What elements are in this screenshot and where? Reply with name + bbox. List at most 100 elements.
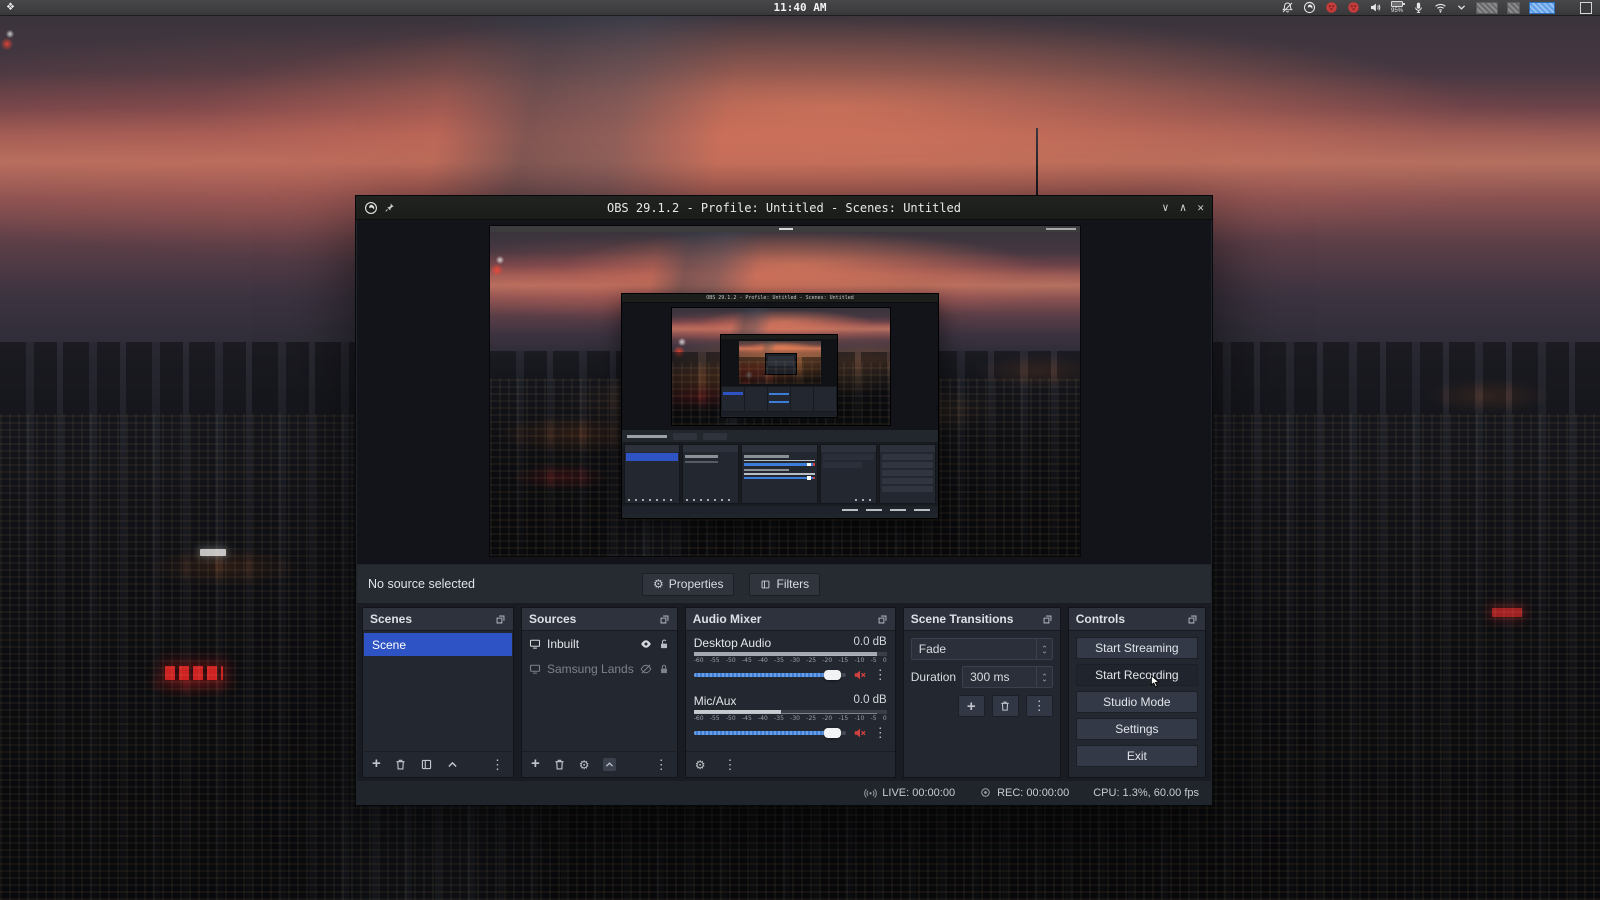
- scene-move-up-button[interactable]: [446, 758, 459, 771]
- preview-canvas[interactable]: OBS 29.1.2 - Profile: Untitled - Scenes:…: [489, 225, 1081, 557]
- mixer-panel-header[interactable]: Audio Mixer: [686, 608, 895, 631]
- chevron-down-icon: [1041, 650, 1048, 655]
- wifi-icon[interactable]: [1434, 1, 1447, 14]
- filters-button[interactable]: Filters: [749, 573, 820, 596]
- meter-tick-label: -55: [710, 715, 720, 722]
- transition-value: Fade: [912, 642, 1036, 656]
- popout-icon[interactable]: [495, 614, 506, 625]
- preview-obs-window-level3: [765, 353, 797, 375]
- obs-tray-icon[interactable]: [1303, 1, 1316, 14]
- visibility-eye-icon[interactable]: [640, 638, 652, 650]
- start-streaming-button[interactable]: Start Streaming: [1076, 637, 1198, 659]
- volume-slider-handle[interactable]: [824, 728, 841, 738]
- scene-list-item[interactable]: Scene: [364, 633, 512, 656]
- unlock-icon[interactable]: [658, 638, 670, 650]
- exit-button[interactable]: Exit: [1076, 745, 1198, 767]
- live-time: LIVE: 00:00:00: [882, 787, 955, 799]
- hidden-eye-slash-icon[interactable]: [640, 663, 652, 675]
- remove-transition-button[interactable]: [992, 695, 1019, 717]
- microphone-icon[interactable]: [1412, 1, 1425, 14]
- controls-panel-header[interactable]: Controls: [1069, 608, 1205, 631]
- popout-icon[interactable]: [1042, 614, 1053, 625]
- advanced-audio-button[interactable]: ⚙: [695, 759, 706, 771]
- meter-scale: -60-55-50-45-40-35-30-25-20-15-10-50: [694, 657, 887, 664]
- channel-name: Desktop Audio: [694, 636, 771, 650]
- mouse-cursor-icon: [1149, 674, 1162, 689]
- shade-window-button[interactable]: ∨: [1162, 201, 1169, 214]
- notifications-muted-icon[interactable]: [1281, 1, 1294, 14]
- channel-menu-button[interactable]: ⋮: [874, 725, 887, 741]
- close-window-button[interactable]: ✕: [1197, 201, 1204, 214]
- performance-stats: CPU: 1.3%, 60.00 fps: [1093, 787, 1199, 799]
- settings-button[interactable]: Settings: [1076, 718, 1198, 740]
- volume-slider-handle[interactable]: [824, 670, 841, 680]
- add-source-button[interactable]: +: [531, 756, 540, 771]
- meter-tick-label: -45: [742, 715, 752, 722]
- studio-mode-button[interactable]: Studio Mode: [1076, 691, 1198, 713]
- start-recording-button[interactable]: Start Recording: [1076, 664, 1198, 686]
- red-indicator-icon[interactable]: [1347, 1, 1360, 14]
- mixer-menu-button[interactable]: ⋮: [724, 758, 737, 771]
- battery-cell: [1391, 1, 1403, 7]
- display-source-icon: [529, 663, 541, 675]
- scenes-menu-button[interactable]: ⋮: [491, 758, 504, 771]
- volume-slider[interactable]: [694, 731, 846, 735]
- workspace-pager-1[interactable]: [1476, 2, 1498, 14]
- scene-filters-button[interactable]: [420, 758, 433, 771]
- remove-source-button[interactable]: [553, 758, 566, 771]
- muted-speaker-icon[interactable]: [853, 668, 867, 682]
- status-bar: LIVE: 00:00:00 REC: 00:00:00 CPU: 1.3%, …: [357, 781, 1211, 804]
- combo-arrows[interactable]: [1036, 639, 1052, 659]
- battery-icon[interactable]: 95%: [1391, 1, 1403, 14]
- meter-tick-label: -20: [822, 715, 832, 722]
- scenes-panel-title: Scenes: [370, 612, 412, 626]
- chevron-up-icon: [1041, 644, 1048, 649]
- scene-transitions-panel: Scene Transitions Fade Duration: [903, 607, 1061, 778]
- maximize-window-button[interactable]: ∧: [1180, 201, 1187, 214]
- mixer-channel-mic-aux: Mic/Aux 0.0 dB -60-55-50-45-40-35-30-25-…: [694, 694, 887, 741]
- channel-menu-button[interactable]: ⋮: [874, 667, 887, 683]
- sources-menu-button[interactable]: ⋮: [655, 758, 668, 771]
- lock-icon[interactable]: [658, 663, 670, 675]
- workspace-pager-2[interactable]: [1507, 2, 1520, 14]
- transitions-panel-header[interactable]: Scene Transitions: [904, 608, 1060, 631]
- broadcast-icon: [864, 786, 877, 799]
- popout-icon[interactable]: [659, 614, 670, 625]
- tray-expand-chevron-icon[interactable]: [1456, 2, 1467, 13]
- show-desktop-button[interactable]: [1580, 2, 1592, 14]
- transition-select[interactable]: Fade: [911, 638, 1053, 660]
- scenes-panel-header[interactable]: Scenes: [363, 608, 513, 631]
- source-row-inbuilt[interactable]: Inbuilt: [522, 631, 677, 656]
- dock-area: Scenes Scene + ⋮: [357, 603, 1211, 782]
- source-row-samsung[interactable]: Samsung Lands: [522, 656, 677, 681]
- add-scene-button[interactable]: +: [372, 756, 381, 771]
- remove-scene-button[interactable]: [394, 758, 407, 771]
- workspace-pager-active[interactable]: [1529, 2, 1555, 14]
- preview-obs-window: OBS 29.1.2 - Profile: Untitled - Scenes:…: [621, 293, 939, 519]
- mixer-channel-desktop-audio: Desktop Audio 0.0 dB -60-55-50-45-40-35-…: [694, 636, 887, 683]
- popout-icon[interactable]: [877, 614, 888, 625]
- sources-panel-header[interactable]: Sources: [522, 608, 677, 631]
- duration-spinbox[interactable]: 300 ms: [962, 666, 1053, 688]
- filters-button-label: Filters: [776, 577, 809, 591]
- no-source-selected-label: No source selected: [368, 577, 475, 591]
- volume-icon[interactable]: [1369, 1, 1382, 14]
- source-properties-button[interactable]: ⚙: [579, 759, 590, 771]
- transition-menu-button[interactable]: ⋮: [1026, 695, 1053, 717]
- scenes-toolbar: + ⋮: [363, 751, 513, 777]
- top-panel: ❖ 11:40 AM 95%: [0, 0, 1600, 16]
- add-transition-button[interactable]: +: [958, 695, 985, 717]
- volume-slider[interactable]: [694, 673, 846, 677]
- scenes-panel: Scenes Scene + ⋮: [362, 607, 514, 778]
- source-move-up-button[interactable]: [603, 758, 616, 771]
- meter-tick-label: -30: [790, 715, 800, 722]
- spin-arrows[interactable]: [1036, 667, 1052, 687]
- window-titlebar[interactable]: OBS 29.1.2 - Profile: Untitled - Scenes:…: [356, 196, 1212, 220]
- popout-icon[interactable]: [1187, 614, 1198, 625]
- properties-button[interactable]: ⚙ Properties: [642, 573, 734, 596]
- red-indicator-icon[interactable]: [1325, 1, 1338, 14]
- muted-speaker-icon[interactable]: [853, 726, 867, 740]
- wallpaper-antenna-spire: [1036, 128, 1038, 198]
- scene-item-label: Scene: [372, 638, 406, 652]
- duration-label: Duration: [911, 670, 956, 684]
